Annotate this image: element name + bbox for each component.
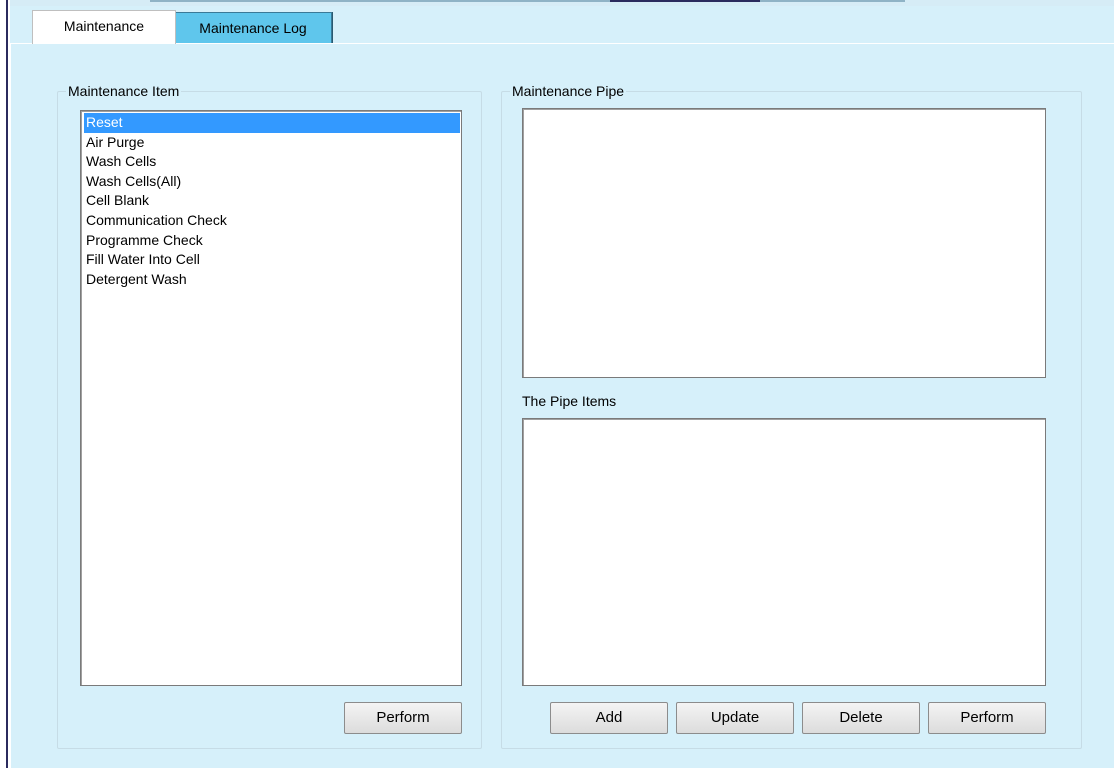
list-item[interactable]: Air Purge bbox=[84, 133, 461, 153]
list-item[interactable]: Communication Check bbox=[84, 211, 461, 231]
list-item[interactable]: Programme Check bbox=[84, 231, 461, 251]
maintenance-window: Maintenance Maintenance Log Maintenance … bbox=[10, 6, 1114, 768]
list-item[interactable]: Wash Cells(All) bbox=[84, 172, 461, 192]
list-item[interactable]: Reset bbox=[84, 113, 460, 133]
tab-maintenance-log[interactable]: Maintenance Log bbox=[174, 12, 332, 44]
list-item[interactable]: Cell Blank bbox=[84, 191, 461, 211]
add-button[interactable]: Add bbox=[550, 702, 668, 734]
perform-pipe-button[interactable]: Perform bbox=[928, 702, 1046, 734]
pipe-items-list[interactable] bbox=[522, 418, 1046, 686]
maintenance-item-group: Maintenance Item Reset Air Purge Wash Cell… bbox=[57, 83, 482, 749]
window-left-edge bbox=[0, 0, 8, 768]
pipe-items-title: The Pipe Items bbox=[522, 393, 617, 409]
maintenance-pipe-title: Maintenance Pipe bbox=[510, 83, 627, 99]
maintenance-item-list[interactable]: Reset Air Purge Wash Cells Wash Cells(All) C… bbox=[80, 110, 462, 686]
perform-item-button[interactable]: Perform bbox=[344, 702, 462, 734]
delete-button[interactable]: Delete bbox=[802, 702, 920, 734]
tab-maintenance[interactable]: Maintenance bbox=[32, 10, 176, 44]
list-item[interactable]: Wash Cells bbox=[84, 152, 461, 172]
list-item[interactable]: Detergent Wash bbox=[84, 270, 461, 290]
tab-bar: Maintenance Maintenance Log bbox=[10, 6, 1114, 44]
tab-content: Maintenance Item Reset Air Purge Wash Cell… bbox=[10, 44, 1114, 768]
maintenance-pipe-group: Maintenance Pipe The Pipe Items Add Upda… bbox=[501, 83, 1082, 749]
list-item[interactable]: Fill Water Into Cell bbox=[84, 250, 461, 270]
maintenance-pipe-list[interactable] bbox=[522, 108, 1046, 378]
update-button[interactable]: Update bbox=[676, 702, 794, 734]
maintenance-item-title: Maintenance Item bbox=[66, 83, 182, 99]
